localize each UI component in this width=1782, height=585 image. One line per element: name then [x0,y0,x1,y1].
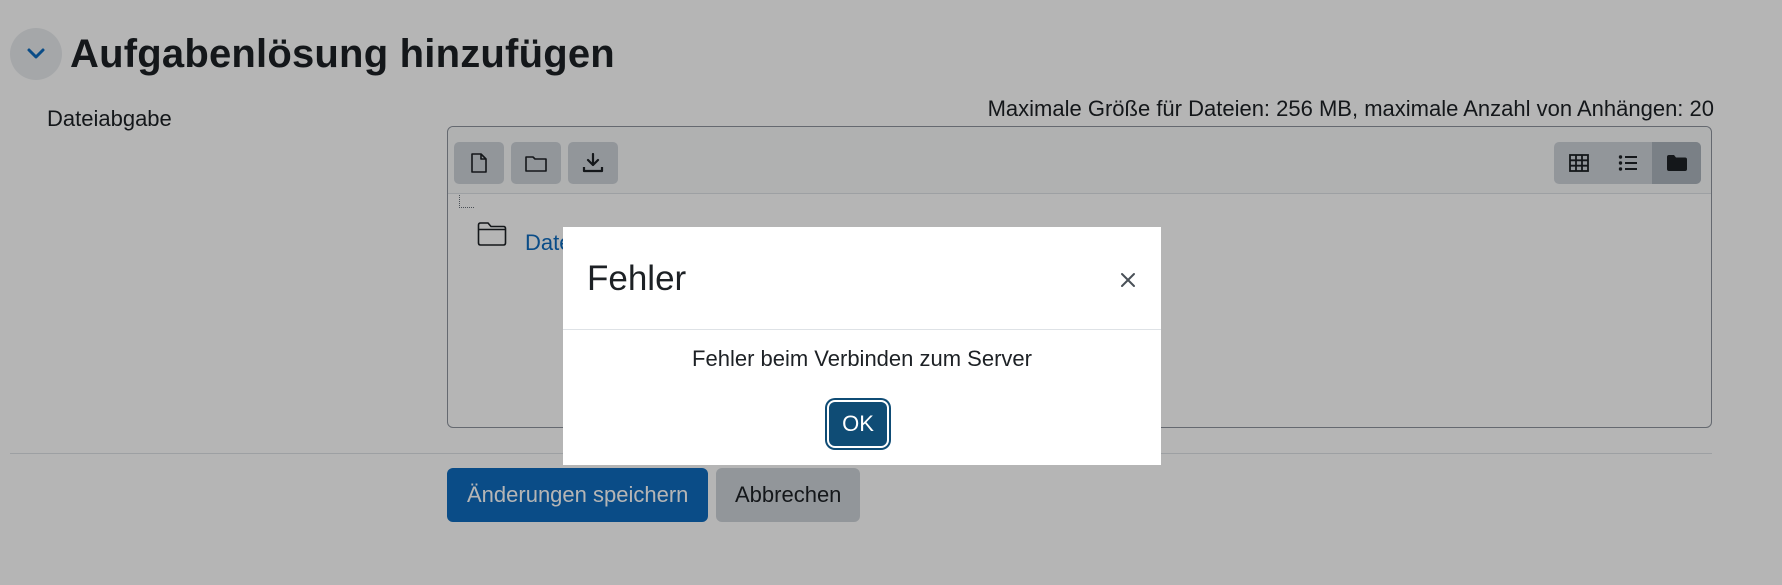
close-button[interactable] [1117,269,1139,291]
dialog-title: Fehler [587,259,687,298]
error-dialog: Fehler Fehler beim Verbinden zum Server … [563,227,1161,465]
ok-button[interactable]: OK [829,402,887,446]
close-icon [1121,273,1135,287]
dialog-message: Fehler beim Verbinden zum Server [692,346,1032,371]
dialog-header: Fehler [563,227,1161,330]
page: Aufgabenlösung hinzufügen Dateiabgabe Ma… [0,0,1782,585]
